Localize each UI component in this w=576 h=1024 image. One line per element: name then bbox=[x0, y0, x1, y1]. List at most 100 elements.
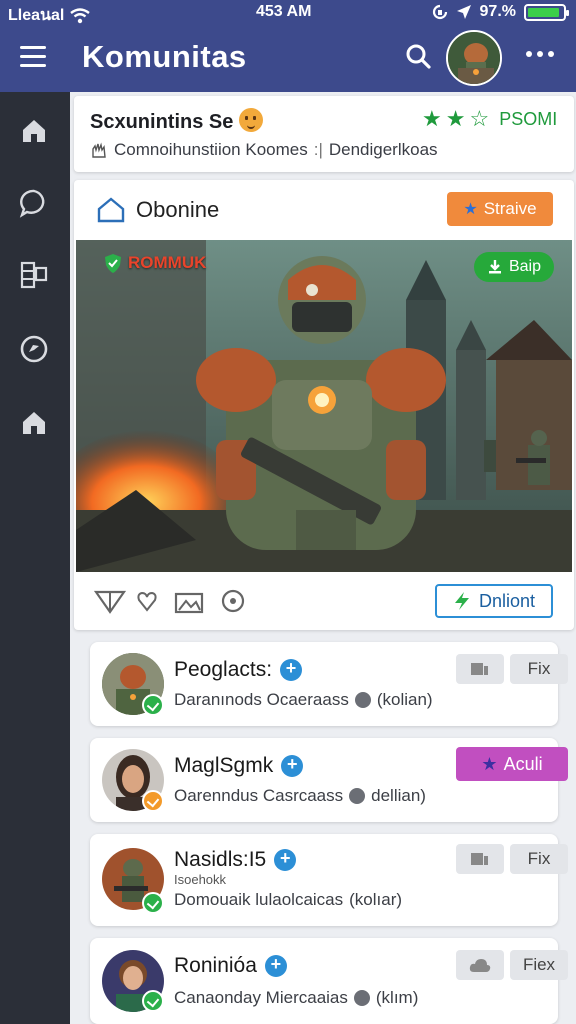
member-note: Isoehokk bbox=[174, 872, 227, 887]
page-title: Komunitas bbox=[82, 39, 247, 74]
clock: 453 AM bbox=[256, 3, 312, 20]
rating-label: PSOMI bbox=[499, 108, 558, 129]
grid-icon[interactable] bbox=[17, 258, 51, 292]
compass-icon[interactable] bbox=[17, 332, 51, 366]
soldier-avatar-icon bbox=[448, 32, 500, 84]
baip-button[interactable]: Baip bbox=[474, 252, 554, 282]
status-dot-icon bbox=[353, 990, 370, 1006]
member-subtitle-text: Daranınods Ocaeraass bbox=[174, 690, 349, 709]
featured-post-card: Obonine ★ Straive ROMMUK Baip Dnliont bbox=[74, 180, 574, 630]
star-filled-icon: ★ bbox=[445, 106, 466, 131]
hand-icon bbox=[92, 142, 106, 158]
search-icon[interactable] bbox=[404, 42, 432, 70]
separator-icon: :| bbox=[313, 140, 323, 159]
home-icon[interactable] bbox=[17, 114, 51, 148]
post-actions: Dnliont bbox=[74, 572, 574, 630]
side-rail bbox=[0, 92, 70, 1024]
location-icon bbox=[456, 5, 471, 19]
baip-button-label: Baip bbox=[508, 258, 542, 275]
dnliont-button[interactable]: Dnliont bbox=[435, 584, 553, 618]
user-avatar[interactable] bbox=[446, 30, 502, 86]
member-subtitle-text: Domouaik lulaolcaicas bbox=[174, 890, 344, 909]
cloud-icon[interactable] bbox=[456, 950, 504, 980]
smiley-emoji-icon bbox=[239, 108, 264, 132]
aculi-button[interactable]: ★ Aculi bbox=[456, 747, 568, 781]
app-bar: Komunitas bbox=[0, 26, 576, 92]
member-subtitle: Domouaik lulaolcaicas (kolıar) bbox=[174, 890, 402, 910]
member-name-text: Roninióa bbox=[174, 954, 257, 977]
member-name: Nasidls:I5 bbox=[174, 848, 297, 872]
download-icon bbox=[488, 260, 501, 274]
list-item[interactable]: Nasidls:I5 Isoehokk Domouaik lulaolcaica… bbox=[90, 834, 568, 926]
image-tag: ROMMUK bbox=[102, 252, 206, 274]
verified-icon bbox=[274, 848, 297, 871]
member-name: MaglSgmk bbox=[174, 754, 304, 778]
message-icon[interactable] bbox=[456, 844, 504, 874]
send-icon[interactable] bbox=[94, 588, 126, 614]
verified-icon bbox=[264, 954, 287, 977]
list-item[interactable]: Roninióa Canaonday Miercaaias (klım) Fiex bbox=[90, 938, 568, 1024]
shield-check-icon bbox=[105, 254, 121, 273]
community-header-card[interactable]: Scxunintins Se ★ ★ ☆ PSOMI Comnoihunstii… bbox=[74, 96, 574, 172]
more-horizontal-icon[interactable] bbox=[526, 48, 556, 60]
image-share-icon[interactable] bbox=[174, 588, 204, 614]
carrier-label: Lleaนal bbox=[8, 7, 65, 24]
fiex-button[interactable]: Fiex bbox=[510, 950, 568, 980]
aculi-button-label: Aculi bbox=[503, 753, 543, 774]
online-status-icon bbox=[142, 694, 164, 716]
post-title: Obonine bbox=[136, 197, 220, 222]
star-icon: ★ bbox=[481, 753, 498, 774]
status-left: Lleaนal bbox=[8, 3, 91, 28]
member-name: Peoglacts: bbox=[174, 658, 303, 682]
member-suffix: dellian) bbox=[371, 786, 426, 805]
star-filled-icon: ★ bbox=[422, 106, 442, 131]
member-subtitle-text: Canaonday Miercaaias bbox=[174, 988, 348, 1007]
dnliont-button-label: Dnliont bbox=[478, 590, 536, 611]
post-header: Obonine ★ Straive bbox=[74, 180, 574, 238]
list-item[interactable]: Peoglacts: Daranınods Ocaeraass(kolian) … bbox=[90, 642, 568, 726]
community-rating: ★ ★ ☆ PSOMI bbox=[422, 108, 557, 130]
info-circle-icon[interactable] bbox=[220, 588, 246, 614]
fix-button[interactable]: Fix bbox=[510, 844, 568, 874]
armored-soldier-illustration bbox=[76, 240, 572, 572]
star-outline-icon: ☆ bbox=[469, 106, 490, 131]
community-members-label: Comnoihunstiion Koomes bbox=[114, 140, 308, 159]
member-subtitle: Daranınods Ocaeraass (kolian) bbox=[174, 690, 433, 710]
lightning-icon bbox=[454, 592, 469, 610]
member-name-text: Peoglacts: bbox=[174, 658, 273, 681]
verified-icon bbox=[280, 658, 303, 681]
message-icon[interactable] bbox=[456, 654, 504, 684]
online-status-icon bbox=[142, 892, 164, 914]
member-subtitle-text: Oarenndus Casrcaass bbox=[174, 786, 344, 805]
member-name: Roninióa bbox=[174, 954, 287, 978]
straive-button-label: Straive bbox=[483, 199, 537, 218]
member-subtitle: Canaonday Miercaaias (klım) bbox=[174, 988, 418, 1008]
hamburger-menu-icon[interactable] bbox=[20, 46, 46, 68]
member-subtitle: Oarenndus Casrcaass dellian) bbox=[174, 786, 426, 806]
member-name-text: MaglSgmk bbox=[174, 754, 274, 777]
chat-bubble-icon[interactable] bbox=[17, 186, 51, 220]
status-bar: Lleaนal 453 AM 97.% bbox=[0, 0, 576, 26]
away-status-icon bbox=[142, 790, 164, 812]
house-outline-icon bbox=[97, 197, 125, 223]
member-suffix: (klım) bbox=[375, 988, 419, 1007]
fix-button[interactable]: Fix bbox=[510, 654, 568, 684]
community-category-label: Dendigerlkoas bbox=[328, 140, 438, 159]
community-name-text: Scxunintins Se bbox=[90, 111, 234, 133]
status-dot-icon bbox=[349, 788, 366, 804]
community-subtitle: Comnoihunstiion Koomes :| Dendigerlkoas bbox=[90, 140, 438, 160]
status-dot-icon bbox=[354, 692, 371, 708]
verified-icon bbox=[281, 754, 304, 777]
member-suffix: (kolian) bbox=[376, 690, 433, 709]
post-image-soldier[interactable]: ROMMUK Baip bbox=[76, 240, 572, 572]
status-right: 97.% bbox=[432, 3, 569, 21]
home-icon[interactable] bbox=[17, 406, 51, 440]
member-name-text: Nasidls:I5 bbox=[174, 848, 267, 871]
online-status-icon bbox=[142, 990, 164, 1012]
community-name: Scxunintins Se bbox=[90, 108, 264, 134]
wifi-icon bbox=[70, 7, 91, 23]
straive-button[interactable]: ★ Straive bbox=[447, 192, 553, 226]
battery-icon bbox=[524, 3, 569, 21]
heart-icon[interactable] bbox=[136, 588, 158, 614]
image-tag-label: ROMMUK bbox=[128, 253, 207, 272]
